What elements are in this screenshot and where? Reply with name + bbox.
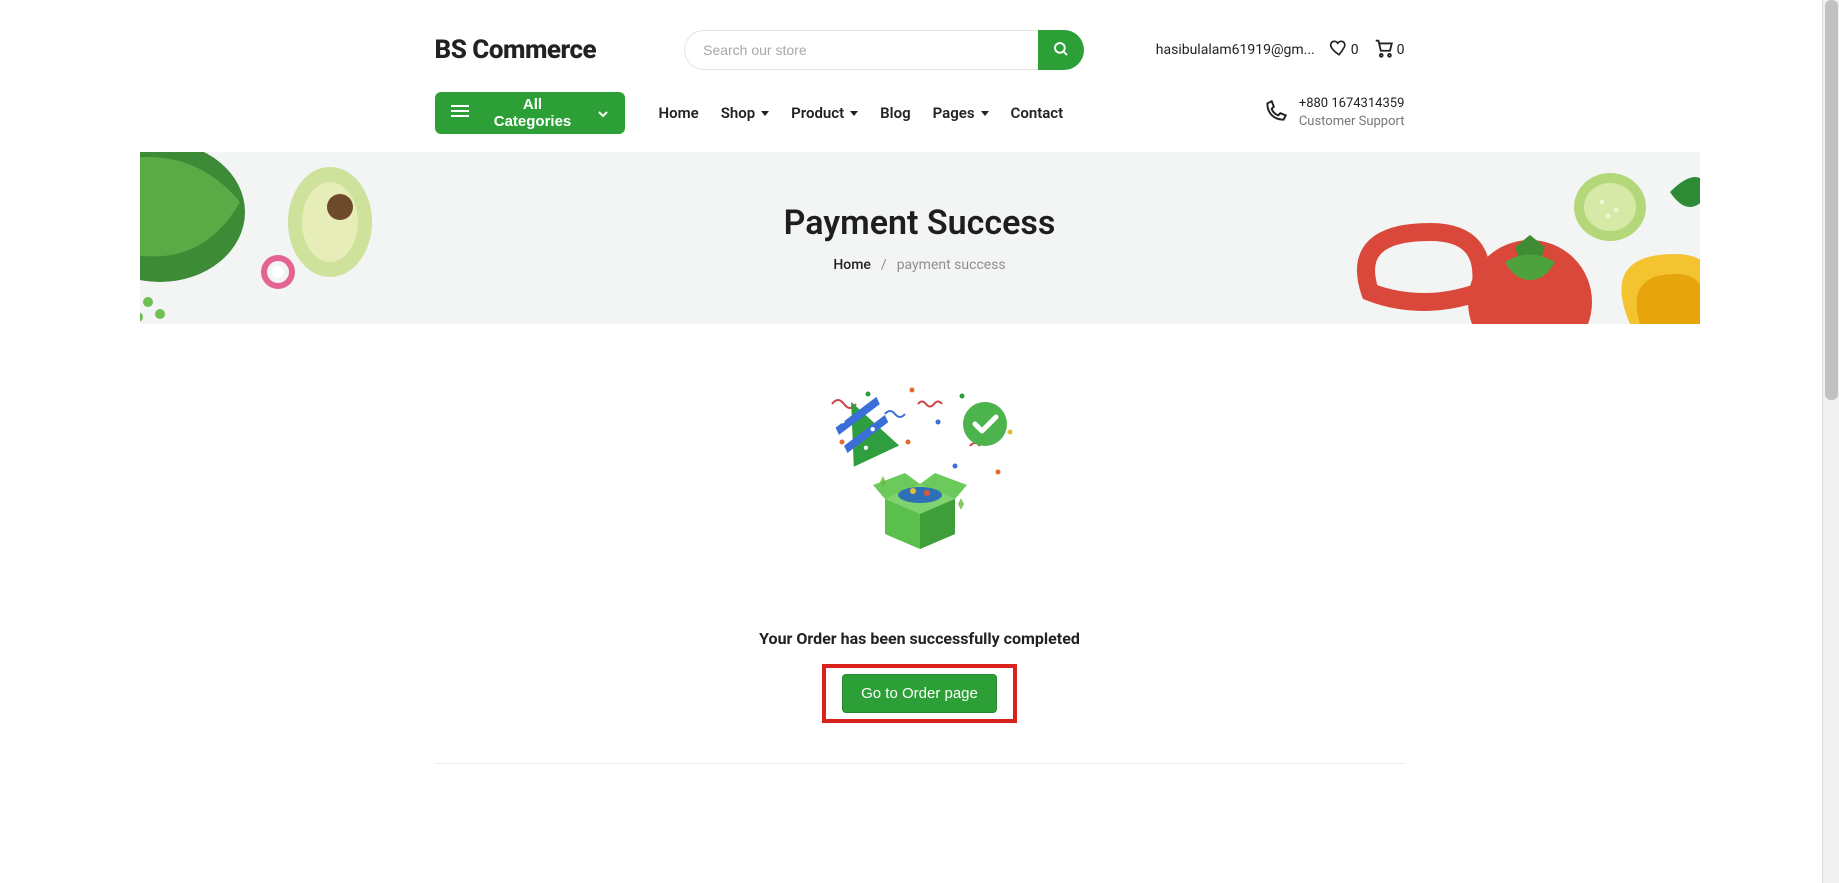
chevron-down-icon — [850, 111, 858, 116]
scrollbar[interactable] — [1822, 0, 1839, 883]
nav-home[interactable]: Home — [659, 104, 699, 122]
nav-contact[interactable]: Contact — [1011, 104, 1064, 122]
go-to-order-button[interactable]: Go to Order page — [842, 674, 997, 713]
cart-count: 0 — [1397, 42, 1405, 58]
wishlist-count: 0 — [1351, 42, 1359, 58]
cart-link[interactable]: 0 — [1373, 37, 1405, 63]
support-label: Customer Support — [1299, 113, 1405, 131]
nav-product-label: Product — [791, 104, 844, 122]
nav-pages[interactable]: Pages — [933, 104, 989, 122]
nav-shop[interactable]: Shop — [721, 104, 769, 122]
support-phone: +880 1674314359 — [1299, 95, 1405, 113]
nav-shop-label: Shop — [721, 104, 755, 122]
all-categories-label: All Categories — [483, 96, 583, 130]
chevron-down-icon — [981, 111, 989, 116]
divider — [435, 763, 1405, 764]
nav-product[interactable]: Product — [791, 104, 858, 122]
success-illustration — [820, 384, 1020, 559]
cart-icon — [1373, 37, 1395, 63]
breadcrumb-separator: / — [881, 257, 887, 273]
all-categories-button[interactable]: All Categories — [435, 92, 625, 134]
scrollbar-thumb[interactable] — [1825, 0, 1838, 400]
cta-highlight-box: Go to Order page — [822, 664, 1017, 723]
search-button[interactable] — [1038, 30, 1084, 70]
search-icon — [1052, 40, 1070, 61]
wishlist-link[interactable]: 0 — [1329, 38, 1359, 62]
nav-pages-label: Pages — [933, 104, 975, 122]
nav-blog[interactable]: Blog — [880, 104, 910, 122]
phone-icon — [1263, 98, 1289, 128]
heart-icon — [1329, 38, 1349, 62]
main-nav: Home Shop Product Blog Pages Contact — [659, 104, 1064, 122]
chevron-down-icon — [597, 105, 609, 122]
search-bar — [684, 30, 1084, 70]
customer-support[interactable]: +880 1674314359 Customer Support — [1263, 95, 1405, 130]
menu-icon — [451, 104, 469, 122]
user-email[interactable]: hasibulalam61919@gm... — [1156, 42, 1315, 58]
page-hero: Payment Success Home / payment success — [140, 152, 1700, 324]
site-logo[interactable]: BS Commerce — [435, 35, 597, 65]
breadcrumb-current: payment success — [897, 257, 1006, 273]
chevron-down-icon — [761, 111, 769, 116]
breadcrumb: Home / payment success — [833, 257, 1005, 273]
page-title: Payment Success — [784, 203, 1056, 243]
decorative-produce-left — [140, 152, 390, 324]
breadcrumb-home[interactable]: Home — [833, 257, 871, 273]
decorative-produce-right — [1330, 152, 1700, 324]
search-input[interactable] — [684, 30, 1038, 70]
success-message: Your Order has been successfully complet… — [140, 629, 1700, 648]
